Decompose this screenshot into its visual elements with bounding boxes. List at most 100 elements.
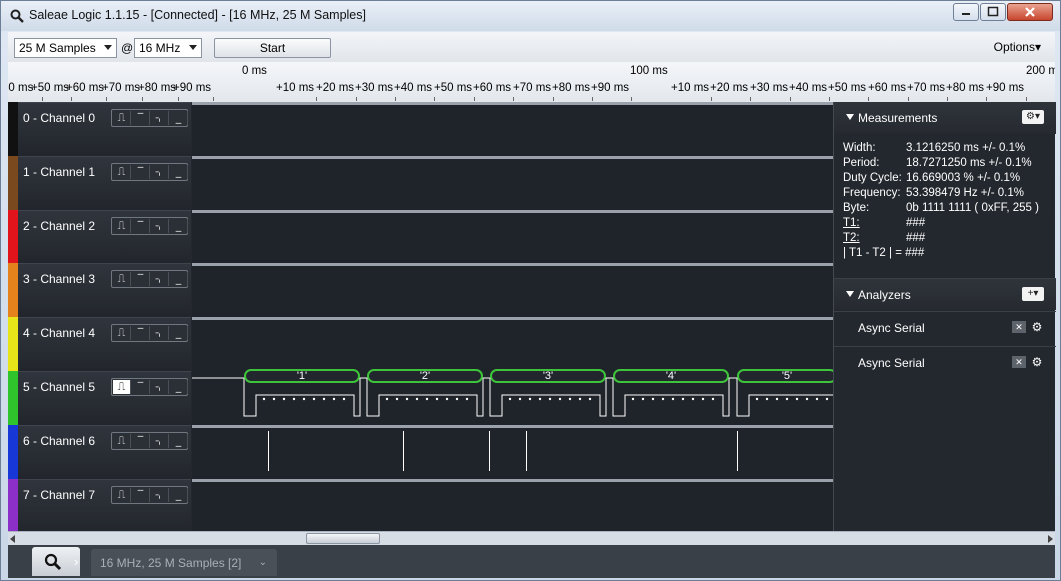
measurement-key: T2: (843, 232, 860, 244)
trigger-buttons: ⎍ ‾ ⌍ _ (111, 163, 188, 181)
decoded-byte-bubble[interactable]: '1' (244, 369, 360, 383)
channel-name[interactable]: 7 - Channel 7 (23, 488, 95, 502)
tab-search[interactable] (32, 547, 80, 576)
high-level-icon[interactable]: ‾ (132, 111, 150, 125)
options-button[interactable]: Options▾ (994, 40, 1041, 54)
ruler-tick (947, 97, 948, 101)
ruler-tick (829, 97, 830, 101)
channel-label-area[interactable]: 5 - Channel 5 ⎍ ‾ ⌍ _ (18, 371, 191, 425)
channel-name[interactable]: 3 - Channel 3 (23, 272, 95, 286)
rising-edge-icon[interactable]: ⎍ (113, 272, 131, 286)
remove-analyzer-icon[interactable]: ✕ (1012, 321, 1026, 333)
scrollbar-thumb[interactable] (306, 533, 380, 544)
scroll-left-icon[interactable] (10, 535, 15, 543)
sample-count-select[interactable]: 25 M Samples (14, 38, 117, 58)
high-level-icon[interactable]: ‾ (132, 380, 150, 394)
channel-name[interactable]: 4 - Channel 4 (23, 326, 95, 340)
falling-edge-icon[interactable]: ⌍ (151, 488, 169, 502)
channel-label-area[interactable]: 2 - Channel 2 ⎍ ‾ ⌍ _ (18, 210, 191, 264)
falling-edge-icon[interactable]: ⌍ (151, 272, 169, 286)
remove-analyzer-icon[interactable]: ✕ (1012, 356, 1026, 368)
start-button[interactable]: Start (214, 38, 331, 58)
channel-waveform[interactable] (192, 263, 833, 317)
analyzer-item[interactable]: Async Serial ✕ ⚙ (834, 311, 1056, 345)
decoded-byte-bubble[interactable]: '2' (367, 369, 483, 383)
bit-sample-dot (322, 397, 326, 401)
channel-name[interactable]: 0 - Channel 0 (23, 111, 95, 125)
maximize-button[interactable] (980, 3, 1006, 21)
high-level-icon[interactable]: ‾ (132, 488, 150, 502)
rising-edge-icon[interactable]: ⎍ (113, 111, 131, 125)
channel-label-area[interactable]: 4 - Channel 4 ⎍ ‾ ⌍ _ (18, 317, 191, 371)
ruler-minor-label: +50 ms (828, 82, 867, 94)
decoded-byte-bubble[interactable]: '4' (613, 369, 729, 383)
chevron-down-icon[interactable]: ⌄ (259, 557, 267, 568)
horizontal-scrollbar[interactable] (8, 531, 1055, 545)
high-level-icon[interactable]: ‾ (132, 434, 150, 448)
channel-name[interactable]: 1 - Channel 1 (23, 165, 95, 179)
scroll-right-icon[interactable] (1048, 535, 1053, 543)
rising-edge-icon[interactable]: ⎍ (113, 219, 131, 233)
rising-edge-icon[interactable]: ⎍ (113, 326, 131, 340)
channel-waveform[interactable] (192, 210, 833, 264)
high-level-icon[interactable]: ‾ (132, 326, 150, 340)
bit-sample-dot (578, 397, 582, 401)
analyzer-item[interactable]: Async Serial ✕ ⚙ (834, 346, 1056, 380)
measurements-gear-icon[interactable]: ⚙▾ (1022, 110, 1044, 124)
channel-label-area[interactable]: 1 - Channel 1 ⎍ ‾ ⌍ _ (18, 156, 191, 210)
analyzers-header[interactable]: Analyzers +▾ (834, 278, 1056, 310)
measurement-key: Period: (843, 157, 880, 169)
tab-session[interactable]: 16 MHz, 25 M Samples [2] ⌄ (91, 549, 277, 576)
channel-waveform[interactable] (192, 425, 833, 479)
high-level-icon[interactable]: ‾ (132, 219, 150, 233)
decoded-byte-bubble[interactable]: '3' (490, 369, 606, 383)
analyzer-settings-icon[interactable]: ⚙ (1030, 355, 1044, 369)
rising-edge-icon[interactable]: ⎍ (113, 488, 131, 502)
channel-name[interactable]: 2 - Channel 2 (23, 219, 95, 233)
channel-label-area[interactable]: 6 - Channel 6 ⎍ ‾ ⌍ _ (18, 425, 191, 479)
high-level-icon[interactable]: ‾ (132, 165, 150, 179)
low-level-icon[interactable]: _ (170, 272, 188, 286)
falling-edge-icon[interactable]: ⌍ (151, 165, 169, 179)
low-level-icon[interactable]: _ (170, 326, 188, 340)
rising-edge-icon[interactable]: ⎍ (113, 165, 131, 179)
channel-name[interactable]: 6 - Channel 6 (23, 434, 95, 448)
measurement-key: Byte: (843, 202, 870, 214)
channel-name[interactable]: 5 - Channel 5 (23, 380, 95, 394)
minimize-button[interactable] (953, 3, 979, 21)
low-level-icon[interactable]: _ (170, 380, 188, 394)
rising-edge-icon[interactable]: ⎍ (113, 434, 131, 448)
falling-edge-icon[interactable]: ⌍ (151, 434, 169, 448)
channel-label-area[interactable]: 7 - Channel 7 ⎍ ‾ ⌍ _ (18, 479, 191, 533)
high-level-icon[interactable]: ‾ (132, 272, 150, 286)
bit-sample-dot (785, 397, 789, 401)
channel-waveform[interactable] (192, 102, 833, 156)
channel-label-area[interactable]: 3 - Channel 3 ⎍ ‾ ⌍ _ (18, 263, 191, 317)
channel-waveform[interactable]: '1' '2' '3' '4' '5' (192, 369, 837, 425)
falling-edge-icon[interactable]: ⌍ (151, 111, 169, 125)
bit-sample-dot (385, 397, 389, 401)
channel-waveform[interactable] (192, 479, 833, 533)
low-level-icon[interactable]: _ (170, 165, 188, 179)
close-button[interactable] (1007, 3, 1053, 21)
add-analyzer-icon[interactable]: +▾ (1022, 287, 1044, 301)
time-ruler[interactable]: 0 ms 100 ms 200 ms 40 ms+50 ms+60 ms+70 … (8, 62, 1055, 102)
chevron-right-icon[interactable]: › (74, 554, 78, 569)
search-icon (44, 553, 62, 571)
channel-waveform[interactable] (192, 156, 833, 210)
channel-waveform[interactable] (192, 317, 833, 371)
falling-edge-icon[interactable]: ⌍ (151, 326, 169, 340)
channel-label-area[interactable]: 0 - Channel 0 ⎍ ‾ ⌍ _ (18, 102, 191, 156)
measurements-header[interactable]: Measurements ⚙▾ (834, 102, 1056, 134)
analyzer-settings-icon[interactable]: ⚙ (1030, 320, 1044, 334)
sample-rate-select[interactable]: 16 MHz (134, 38, 202, 58)
rising-edge-icon[interactable]: ⎍ (113, 380, 131, 394)
ruler-minor-label: +80 ms (946, 82, 985, 94)
low-level-icon[interactable]: _ (170, 434, 188, 448)
falling-edge-icon[interactable]: ⌍ (151, 219, 169, 233)
low-level-icon[interactable]: _ (170, 219, 188, 233)
falling-edge-icon[interactable]: ⌍ (151, 380, 169, 394)
low-level-icon[interactable]: _ (170, 488, 188, 502)
decoded-byte-bubble[interactable]: '5' (737, 369, 837, 383)
low-level-icon[interactable]: _ (170, 111, 188, 125)
